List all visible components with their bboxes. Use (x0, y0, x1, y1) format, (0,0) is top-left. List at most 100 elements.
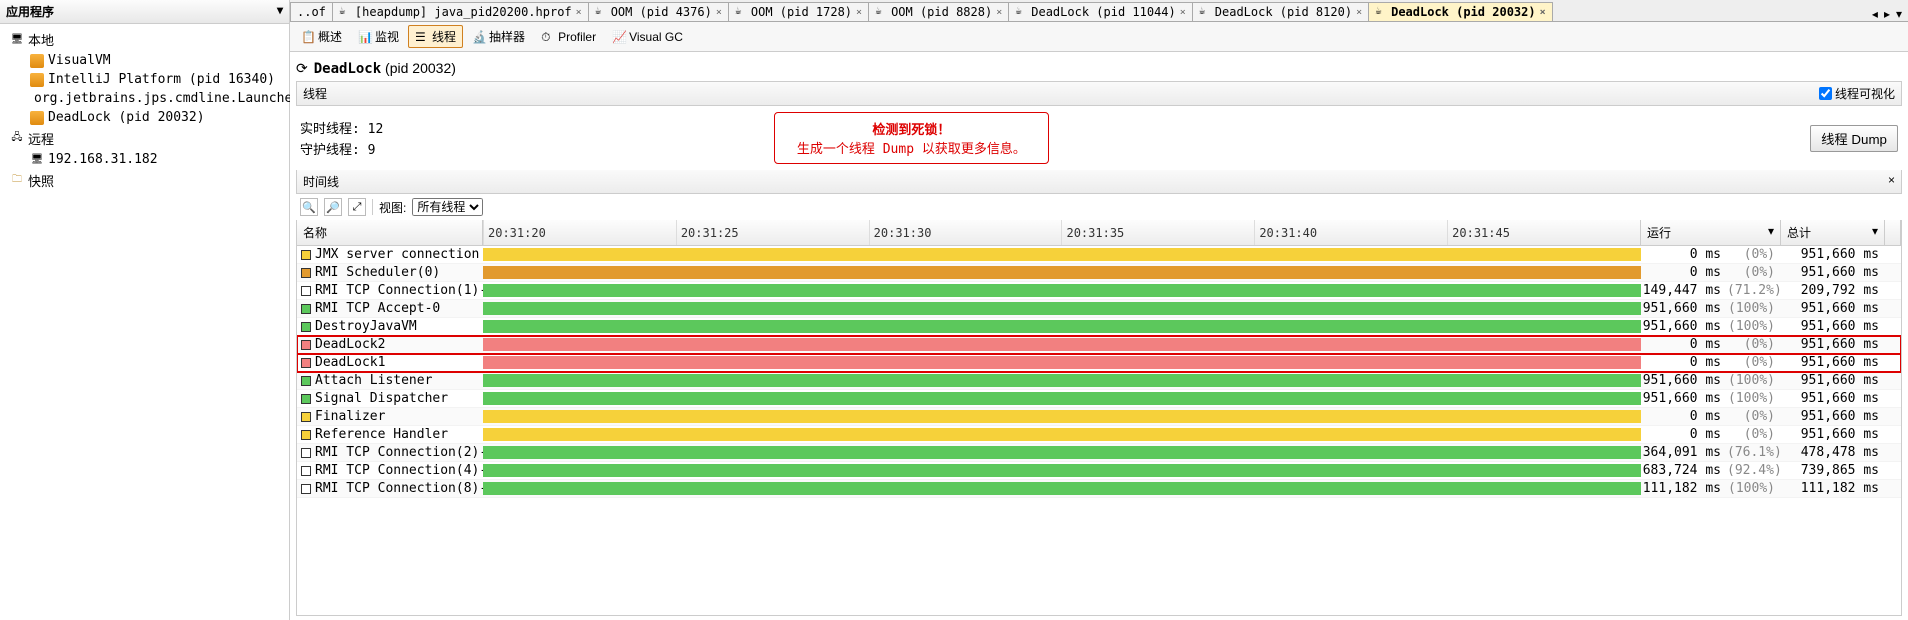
run-time: 951,660 ms (1641, 391, 1721, 406)
thread-name: Reference Handler (315, 427, 448, 442)
tree-snapshot[interactable]: 🗀快照 (2, 169, 287, 192)
run-time: 951,660 ms (1641, 301, 1721, 316)
thread-row[interactable]: JMX server connection timeo0 ms(0%)951,6… (297, 246, 1901, 264)
thread-stats-row: 实时线程: 12 守护线程: 9 检测到死锁！ 生成一个线程 Dump 以获取更… (296, 106, 1902, 170)
close-icon[interactable]: × (1180, 7, 1186, 18)
tab-prev-icon[interactable]: ◂ (1870, 7, 1880, 21)
close-icon[interactable]: × (1888, 173, 1895, 190)
total-time: 951,660 ms (1781, 264, 1885, 281)
thread-bar (483, 320, 1641, 333)
thread-bar (483, 410, 1641, 423)
thread-row[interactable]: RMI TCP Connection(8)-192.1111,182 ms(10… (297, 480, 1901, 498)
thread-dump-button[interactable]: 线程 Dump (1810, 125, 1898, 152)
tab--heapdump-java_pid20200-hprof[interactable]: [heapdump] java_pid20200.hprof× (332, 2, 589, 21)
run-pct: (92.4%) (1727, 463, 1775, 478)
thread-row[interactable]: RMI Scheduler(0)0 ms(0%)951,660 ms (297, 264, 1901, 282)
thread-viz-toggle[interactable]: 线程可视化 (1819, 85, 1895, 102)
close-icon[interactable]: × (856, 7, 862, 18)
total-time: 951,660 ms (1781, 300, 1885, 317)
thread-row[interactable]: Attach Listener951,660 ms(100%)951,660 m… (297, 372, 1901, 390)
monitor-tab[interactable]: 📊监视 (351, 25, 406, 48)
col-run[interactable]: 运行 ▾ (1641, 220, 1781, 245)
sidebar-menu-icon[interactable]: ▾ (277, 3, 283, 20)
total-time: 951,660 ms (1781, 390, 1885, 407)
java-icon (735, 6, 747, 18)
thread-row[interactable]: DeadLock20 ms(0%)951,660 ms (297, 336, 1901, 354)
view-select[interactable]: 所有线程 (412, 198, 483, 216)
thread-row[interactable]: DeadLock10 ms(0%)951,660 ms (297, 354, 1901, 372)
tree-visualvm[interactable]: VisualVM (2, 51, 287, 70)
run-time: 951,660 ms (1641, 319, 1721, 334)
tree-remote-ip[interactable]: 🖥192.168.31.182 (2, 150, 287, 169)
total-time: 739,865 ms (1781, 462, 1885, 479)
thread-viz-checkbox[interactable] (1819, 87, 1832, 100)
run-time: 0 ms (1641, 355, 1721, 370)
overview-icon: 📋 (301, 30, 315, 44)
tree-intellij[interactable]: IntelliJ Platform (pid 16340) (2, 70, 287, 89)
state-icon (301, 484, 311, 494)
run-time: 149,447 ms (1641, 283, 1721, 298)
tree-local[interactable]: 🖥本地 (2, 28, 287, 51)
zoom-fit-icon[interactable]: ⤢ (348, 198, 366, 216)
grid-body[interactable]: JMX server connection timeo0 ms(0%)951,6… (297, 246, 1901, 615)
editor-tabs: ..of [heapdump] java_pid20200.hprof×OOM … (290, 0, 1908, 22)
state-icon (301, 430, 311, 440)
thread-row[interactable]: RMI TCP Connection(2)-192.1364,091 ms(76… (297, 444, 1901, 462)
thread-row[interactable]: DestroyJavaVM951,660 ms(100%)951,660 ms (297, 318, 1901, 336)
thread-row[interactable]: Finalizer0 ms(0%)951,660 ms (297, 408, 1901, 426)
close-icon[interactable]: × (1540, 7, 1546, 18)
thread-bar (483, 392, 1641, 405)
tab-oom-pid-8828-[interactable]: OOM (pid 8828)× (868, 2, 1009, 21)
refresh-icon[interactable]: ⟳ (296, 60, 308, 77)
java-icon (30, 111, 44, 125)
total-time: 951,660 ms (1781, 426, 1885, 443)
thread-row[interactable]: RMI TCP Accept-0951,660 ms(100%)951,660 … (297, 300, 1901, 318)
thread-name: RMI TCP Connection(2)-192.1 (315, 445, 483, 460)
run-pct: (100%) (1727, 391, 1775, 406)
tab-next-icon[interactable]: ▸ (1882, 7, 1892, 21)
tree-remote[interactable]: 🖧远程 (2, 127, 287, 150)
tab-overflow[interactable]: ..of (290, 2, 333, 21)
run-time: 951,660 ms (1641, 373, 1721, 388)
run-pct: (0%) (1727, 355, 1775, 370)
monitor-icon: 📊 (358, 30, 372, 44)
run-time: 0 ms (1641, 337, 1721, 352)
tree-deadlock[interactable]: DeadLock (pid 20032) (2, 108, 287, 127)
threads-tab[interactable]: ☰线程 (408, 25, 463, 48)
tab-deadlock-pid-11044-[interactable]: DeadLock (pid 11044)× (1008, 2, 1193, 21)
thread-bar (483, 428, 1641, 441)
sampler-tab[interactable]: 🔬抽样器 (465, 25, 532, 48)
state-icon (301, 322, 311, 332)
thread-row[interactable]: RMI TCP Connection(1)-192.1149,447 ms(71… (297, 282, 1901, 300)
tab-deadlock-pid-8120-[interactable]: DeadLock (pid 8120)× (1192, 2, 1369, 21)
daemon-thread-count: 9 (368, 143, 376, 158)
thread-row[interactable]: RMI TCP Connection(4)-192.1683,724 ms(92… (297, 462, 1901, 480)
close-icon[interactable]: × (1356, 7, 1362, 18)
tab-oom-pid-1728-[interactable]: OOM (pid 1728)× (728, 2, 869, 21)
state-icon (301, 268, 311, 278)
visualgc-tab[interactable]: 📈Visual GC (605, 25, 690, 48)
overview-tab[interactable]: 📋概述 (294, 25, 349, 48)
run-pct: (0%) (1727, 427, 1775, 442)
close-icon[interactable]: × (996, 7, 1002, 18)
tab-list-icon[interactable]: ▾ (1894, 7, 1904, 21)
grid-header: 名称 20:31:2020:31:2520:31:3020:31:3520:31… (297, 220, 1901, 246)
thread-row[interactable]: Signal Dispatcher951,660 ms(100%)951,660… (297, 390, 1901, 408)
run-pct: (0%) (1727, 409, 1775, 424)
zoom-in-icon[interactable]: 🔍 (300, 198, 318, 216)
profiler-tab[interactable]: ⏱Profiler (534, 25, 603, 48)
close-icon[interactable]: × (576, 7, 582, 18)
run-time: 0 ms (1641, 247, 1721, 262)
tab-oom-pid-4376-[interactable]: OOM (pid 4376)× (588, 2, 729, 21)
col-name[interactable]: 名称 (297, 220, 483, 245)
thread-bar (483, 374, 1641, 387)
tab-deadlock-pid-20032-[interactable]: DeadLock (pid 20032)× (1368, 2, 1553, 21)
profiler-icon: ⏱ (541, 30, 555, 44)
tree-launcher[interactable]: org.jetbrains.jps.cmdline.Launcher (p (2, 89, 287, 108)
zoom-out-icon[interactable]: 🔎 (324, 198, 342, 216)
total-time: 951,660 ms (1781, 336, 1885, 353)
close-icon[interactable]: × (716, 7, 722, 18)
col-total[interactable]: 总计 ▾ (1781, 220, 1885, 245)
java-icon (30, 73, 44, 87)
thread-row[interactable]: Reference Handler0 ms(0%)951,660 ms (297, 426, 1901, 444)
